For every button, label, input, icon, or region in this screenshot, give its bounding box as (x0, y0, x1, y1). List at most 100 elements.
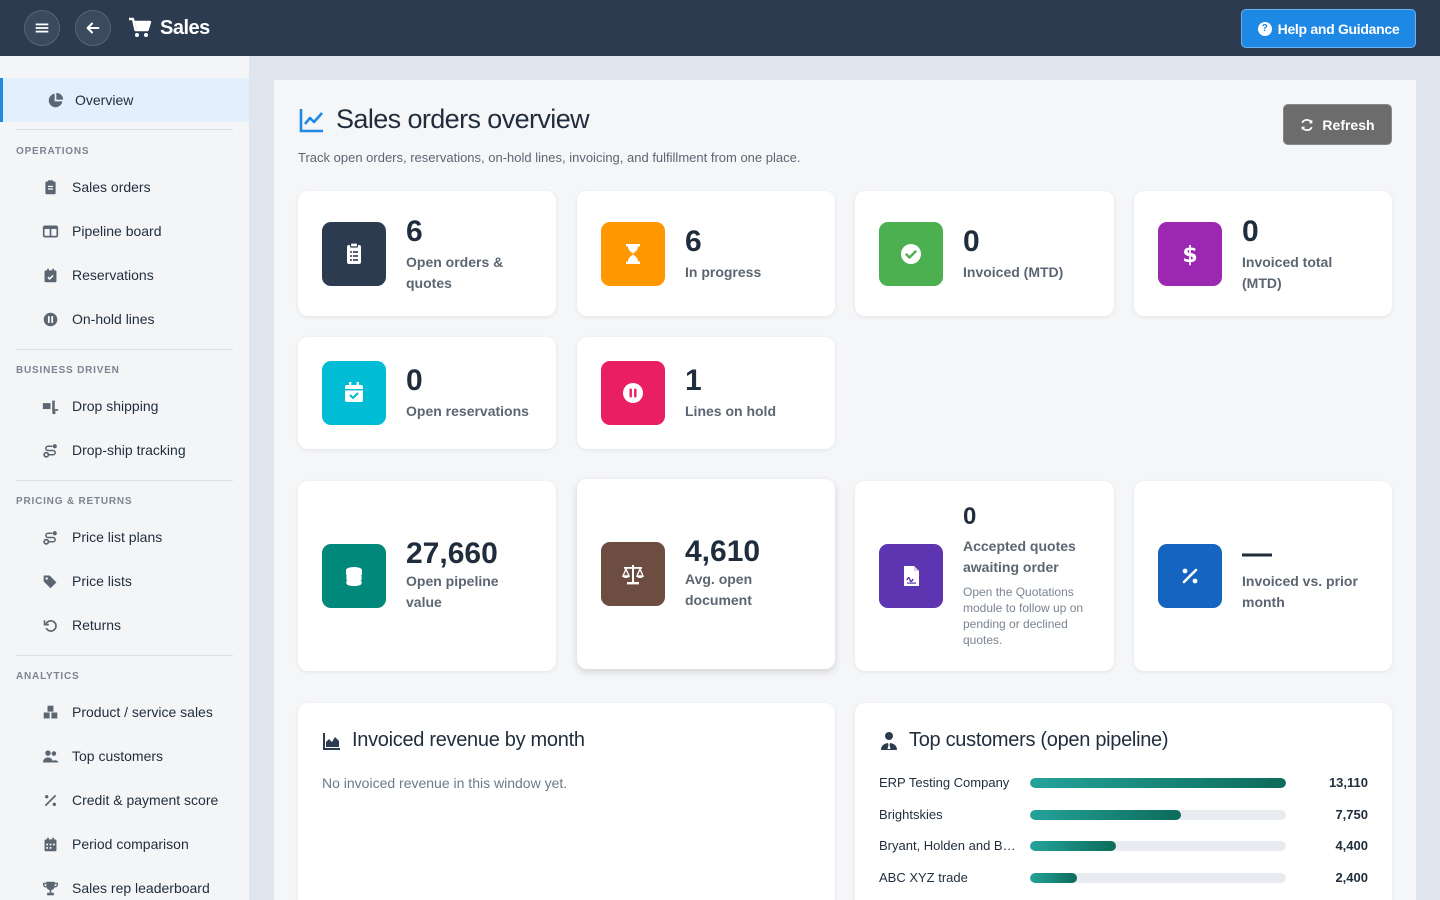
pause-circle-icon (40, 309, 60, 329)
page-subtitle: Track open orders, reservations, on-hold… (298, 150, 801, 165)
sidebar-item-price-lists[interactable]: Price lists (0, 559, 249, 603)
metric-label: Avg. open document (685, 571, 753, 608)
sidebar-item-reservations[interactable]: Reservations (0, 253, 249, 297)
panel-title: Invoiced revenue by month (322, 729, 585, 752)
sidebar-item-top-customers[interactable]: Top customers (0, 734, 249, 778)
customer-row[interactable]: Bryant, Holden and Ba... 4,400 (879, 835, 1368, 857)
refresh-label: Refresh (1322, 116, 1375, 133)
sidebar-divider (16, 129, 233, 130)
help-guidance-button[interactable]: ? Help and Guidance (1241, 9, 1416, 48)
truck-loading-icon (40, 396, 60, 416)
customer-value: 2,400 (1335, 870, 1368, 885)
metric-card-avg-open-document[interactable]: 4,610 Avg. open document (577, 479, 835, 669)
chart-area-icon (323, 732, 340, 750)
page-title-text: Sales orders overview (336, 104, 590, 134)
refresh-button[interactable]: Refresh (1283, 104, 1392, 145)
sidebar-item-drop-shipping[interactable]: Drop shipping (0, 384, 249, 428)
customer-value: 4,400 (1335, 838, 1368, 853)
sidebar-item-credit-payment-score[interactable]: Credit & payment score (0, 778, 249, 822)
customer-value: 13,110 (1328, 775, 1368, 790)
customer-value: 7,750 (1335, 807, 1368, 822)
metric-value: 27,660 (406, 537, 498, 570)
sidebar-item-returns[interactable]: Returns (0, 603, 249, 647)
kpi-card-lines-on-hold[interactable]: 1 Lines on hold (577, 337, 835, 449)
kpi-card-open-reservations[interactable]: 0 Open reservations (298, 337, 556, 449)
sidebar-item-product-service-sales[interactable]: Product / service sales (0, 690, 249, 734)
back-button[interactable] (75, 10, 111, 46)
sidebar-item-label: Drop shipping (72, 398, 159, 414)
metric-label: Invoiced vs. prior month (1242, 573, 1358, 610)
section-label-pricing-returns: PRICING & RETURNS (16, 496, 133, 507)
metric-value: — (1242, 537, 1272, 570)
sidebar-item-price-list-plans[interactable]: Price list plans (0, 515, 249, 559)
customer-bar-track (1030, 841, 1286, 851)
hourglass-icon (601, 222, 665, 286)
sidebar: Overview OPERATIONS Sales orders Pipelin… (0, 56, 250, 900)
section-label-operations: OPERATIONS (16, 146, 90, 157)
customer-row[interactable]: ABC XYZ trade 2,400 (879, 867, 1368, 889)
kpi-label: Invoiced (MTD) (963, 264, 1064, 280)
sidebar-item-label: Overview (75, 92, 134, 108)
hamburger-icon (35, 23, 49, 33)
kpi-label: Invoiced total (MTD) (1242, 254, 1333, 291)
help-guidance-label: Help and Guidance (1277, 20, 1400, 37)
page-title: Sales orders overview (298, 104, 590, 135)
metric-card-accepted-quotes[interactable]: 0 Accepted quotes awaiting order Open th… (855, 481, 1114, 671)
pause-circle-icon (601, 361, 665, 425)
calendar-check-icon (40, 265, 60, 285)
customer-bar-track (1030, 873, 1286, 883)
kpi-card-invoiced-total[interactable]: $ 0 Invoiced total (MTD) (1134, 191, 1392, 316)
sidebar-item-pipeline-board[interactable]: Pipeline board (0, 209, 249, 253)
kpi-value: 6 (406, 215, 423, 248)
question-circle-icon: ? (1257, 21, 1272, 36)
customer-bar (1030, 841, 1116, 851)
columns-icon (40, 221, 60, 241)
sidebar-item-label: Returns (72, 617, 122, 633)
sidebar-item-period-comparison[interactable]: Period comparison (0, 822, 249, 866)
kpi-value: 0 (963, 225, 980, 258)
customer-name: Brightskies (879, 807, 943, 822)
sidebar-item-on-hold-lines[interactable]: On-hold lines (0, 297, 249, 341)
sidebar-item-sales-rep-leaderboard[interactable]: Sales rep leaderboard (0, 866, 249, 900)
sidebar-item-label: Sales rep leaderboard (72, 880, 210, 896)
svg-text:$: $ (1182, 243, 1197, 268)
clipboard-icon (40, 177, 60, 197)
route-icon (40, 440, 60, 460)
coins-icon (322, 544, 386, 608)
section-label-business-driven: BUSINESS DRIVEN (16, 365, 120, 376)
customer-row[interactable]: ERP Testing Company 13,110 (879, 772, 1368, 794)
app-title-text: Sales (160, 16, 210, 39)
customer-bar (1030, 778, 1286, 788)
boxes-icon (40, 702, 60, 722)
file-contract-icon (879, 544, 943, 608)
sidebar-item-label: Price list plans (72, 529, 163, 545)
metric-card-invoiced-vs-prior[interactable]: — Invoiced vs. prior month (1134, 481, 1392, 671)
sidebar-item-drop-ship-tracking[interactable]: Drop-ship tracking (0, 428, 249, 472)
sidebar-item-label: Period comparison (72, 836, 189, 852)
customer-row[interactable]: Brightskies 7,750 (879, 804, 1368, 826)
metric-card-pipeline-value[interactable]: 27,660 Open pipeline value (298, 481, 556, 671)
sidebar-item-label: Sales orders (72, 179, 151, 195)
trophy-icon (40, 878, 60, 898)
sidebar-item-overview[interactable]: Overview (0, 78, 249, 122)
metric-label: Open pipeline value (406, 573, 499, 610)
balance-scale-icon (601, 542, 665, 606)
shopping-cart-icon (129, 17, 152, 37)
menu-button[interactable] (24, 10, 60, 46)
chart-pie-icon (45, 90, 65, 110)
dollar-icon: $ (1158, 222, 1222, 286)
panel-title-text: Invoiced revenue by month (352, 729, 585, 751)
sidebar-item-label: Drop-ship tracking (72, 442, 186, 458)
percent-icon (1158, 544, 1222, 608)
kpi-card-invoiced-mtd[interactable]: 0 Invoiced (MTD) (855, 191, 1114, 316)
kpi-card-open-orders[interactable]: 6 Open orders & quotes (298, 191, 556, 316)
tags-icon (40, 571, 60, 591)
main-content: Sales orders overview Track open orders,… (274, 80, 1416, 900)
kpi-label: Lines on hold (685, 403, 776, 419)
calendar-check-icon (322, 361, 386, 425)
sidebar-item-sales-orders[interactable]: Sales orders (0, 165, 249, 209)
check-circle-icon (879, 222, 943, 286)
route-icon (40, 527, 60, 547)
kpi-card-in-progress[interactable]: 6 In progress (577, 191, 835, 316)
top-customers-panel: Top customers (open pipeline) ERP Testin… (855, 703, 1392, 900)
